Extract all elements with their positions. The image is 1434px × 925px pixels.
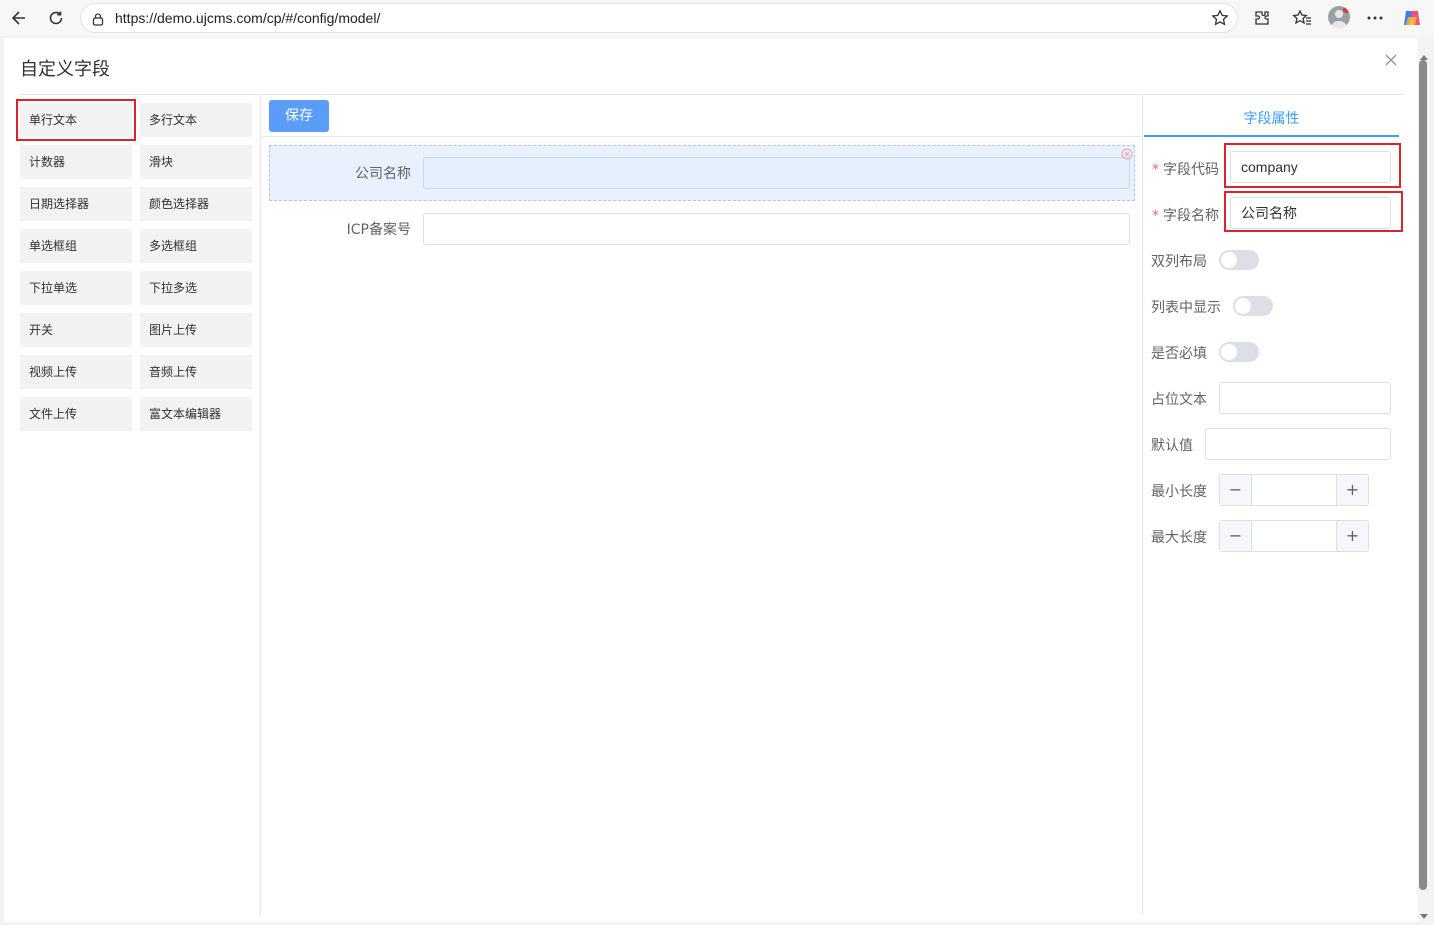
more-menu-icon[interactable]: [1363, 6, 1387, 30]
show-in-list-switch[interactable]: [1233, 296, 1273, 316]
switch-knob: [1221, 252, 1237, 268]
scrollbar-thumb[interactable]: [1419, 60, 1427, 890]
highlight-field-name: [1224, 191, 1403, 232]
dialog-title: 自定义字段: [20, 59, 110, 80]
company-name-input[interactable]: [423, 157, 1130, 189]
required-mark: *: [1152, 162, 1159, 178]
browser-toolbar: https://demo.ujcms.com/cp/#/config/model…: [0, 0, 1434, 36]
toolbar-divider: [261, 136, 1142, 137]
address-bar[interactable]: https://demo.ujcms.com/cp/#/config/model…: [80, 3, 1238, 33]
switch-knob: [1221, 344, 1237, 360]
min-length-stepper[interactable]: − +: [1219, 474, 1369, 506]
placeholder-input[interactable]: [1219, 382, 1391, 414]
remove-field-icon[interactable]: [1121, 145, 1133, 160]
extensions-icon[interactable]: [1250, 6, 1274, 30]
highlight-field-code: [1224, 143, 1401, 188]
prop-label-field-name: * 字段名称: [1152, 205, 1219, 225]
double-column-switch[interactable]: [1219, 250, 1259, 270]
prop-label-min-length: 最小长度: [1151, 484, 1207, 500]
left-divider: [260, 95, 261, 915]
url-text[interactable]: https://demo.ujcms.com/cp/#/config/model…: [115, 10, 380, 26]
palette-file-upload[interactable]: 文件上传: [20, 397, 132, 431]
prop-label-default-value: 默认值: [1151, 438, 1193, 454]
prop-label-max-length: 最大长度: [1151, 530, 1207, 546]
palette-color-picker[interactable]: 颜色选择器: [140, 187, 252, 221]
save-button[interactable]: 保存: [269, 100, 329, 132]
min-length-increase-button[interactable]: +: [1336, 475, 1368, 505]
palette-slider[interactable]: 滑块: [140, 145, 252, 179]
palette-switch[interactable]: 开关: [20, 313, 132, 347]
prop-label-show-in-list: 列表中显示: [1151, 300, 1221, 316]
favorites-icon[interactable]: [1290, 6, 1314, 30]
default-value-input[interactable]: [1205, 428, 1391, 460]
prop-label-double-column: 双列布局: [1151, 254, 1207, 270]
palette-select-multiple[interactable]: 下拉多选: [140, 271, 252, 305]
scroll-up-icon[interactable]: [1419, 46, 1429, 60]
field-label-company-name: 公司名称: [355, 166, 411, 182]
right-divider: [1142, 95, 1143, 915]
field-label-icp: ICP备案号: [346, 222, 411, 238]
lock-icon[interactable]: [91, 11, 105, 30]
close-icon[interactable]: [1384, 52, 1400, 68]
prop-label-required: 是否必填: [1151, 346, 1207, 362]
prop-label-field-code: * 字段代码: [1152, 159, 1219, 179]
scroll-down-icon[interactable]: [1419, 906, 1429, 919]
palette-multi-line-text[interactable]: 多行文本: [140, 103, 252, 137]
tab-field-properties[interactable]: 字段属性: [1144, 108, 1399, 128]
palette-date-picker[interactable]: 日期选择器: [20, 187, 132, 221]
max-length-decrease-button[interactable]: −: [1220, 521, 1252, 551]
favorite-star-icon[interactable]: [1211, 9, 1229, 31]
palette-checkbox-group[interactable]: 多选框组: [140, 229, 252, 263]
copilot-icon[interactable]: [1400, 6, 1424, 30]
field-name-label: 字段名称: [1163, 208, 1219, 224]
palette-image-upload[interactable]: 图片上传: [140, 313, 252, 347]
palette-audio-upload[interactable]: 音频上传: [140, 355, 252, 389]
required-switch[interactable]: [1219, 342, 1259, 362]
prop-label-placeholder: 占位文本: [1151, 392, 1207, 408]
profile-avatar-icon[interactable]: [1328, 6, 1350, 28]
min-length-decrease-button[interactable]: −: [1220, 475, 1252, 505]
palette-radio-group[interactable]: 单选框组: [20, 229, 132, 263]
palette-video-upload[interactable]: 视频上传: [20, 355, 132, 389]
switch-knob: [1235, 298, 1251, 314]
max-length-stepper[interactable]: − +: [1219, 520, 1369, 552]
palette-select-single[interactable]: 下拉单选: [20, 271, 132, 305]
required-mark: *: [1152, 208, 1159, 224]
notification-dot: [1343, 6, 1350, 13]
custom-fields-dialog: 自定义字段 单行文本 多行文本 计数器 滑块 日期选择器 颜色选择器 单选框组 …: [4, 38, 1418, 922]
back-icon[interactable]: [6, 6, 32, 30]
field-code-label: 字段代码: [1163, 162, 1219, 178]
palette-single-line-text[interactable]: 单行文本: [16, 99, 136, 141]
palette-rich-text-editor[interactable]: 富文本编辑器: [140, 397, 252, 431]
palette-counter[interactable]: 计数器: [20, 145, 132, 179]
header-divider: [20, 94, 1404, 95]
max-length-increase-button[interactable]: +: [1336, 521, 1368, 551]
icp-number-input[interactable]: [423, 213, 1130, 245]
reload-icon[interactable]: [43, 6, 69, 30]
tab-underline: [1144, 135, 1399, 137]
